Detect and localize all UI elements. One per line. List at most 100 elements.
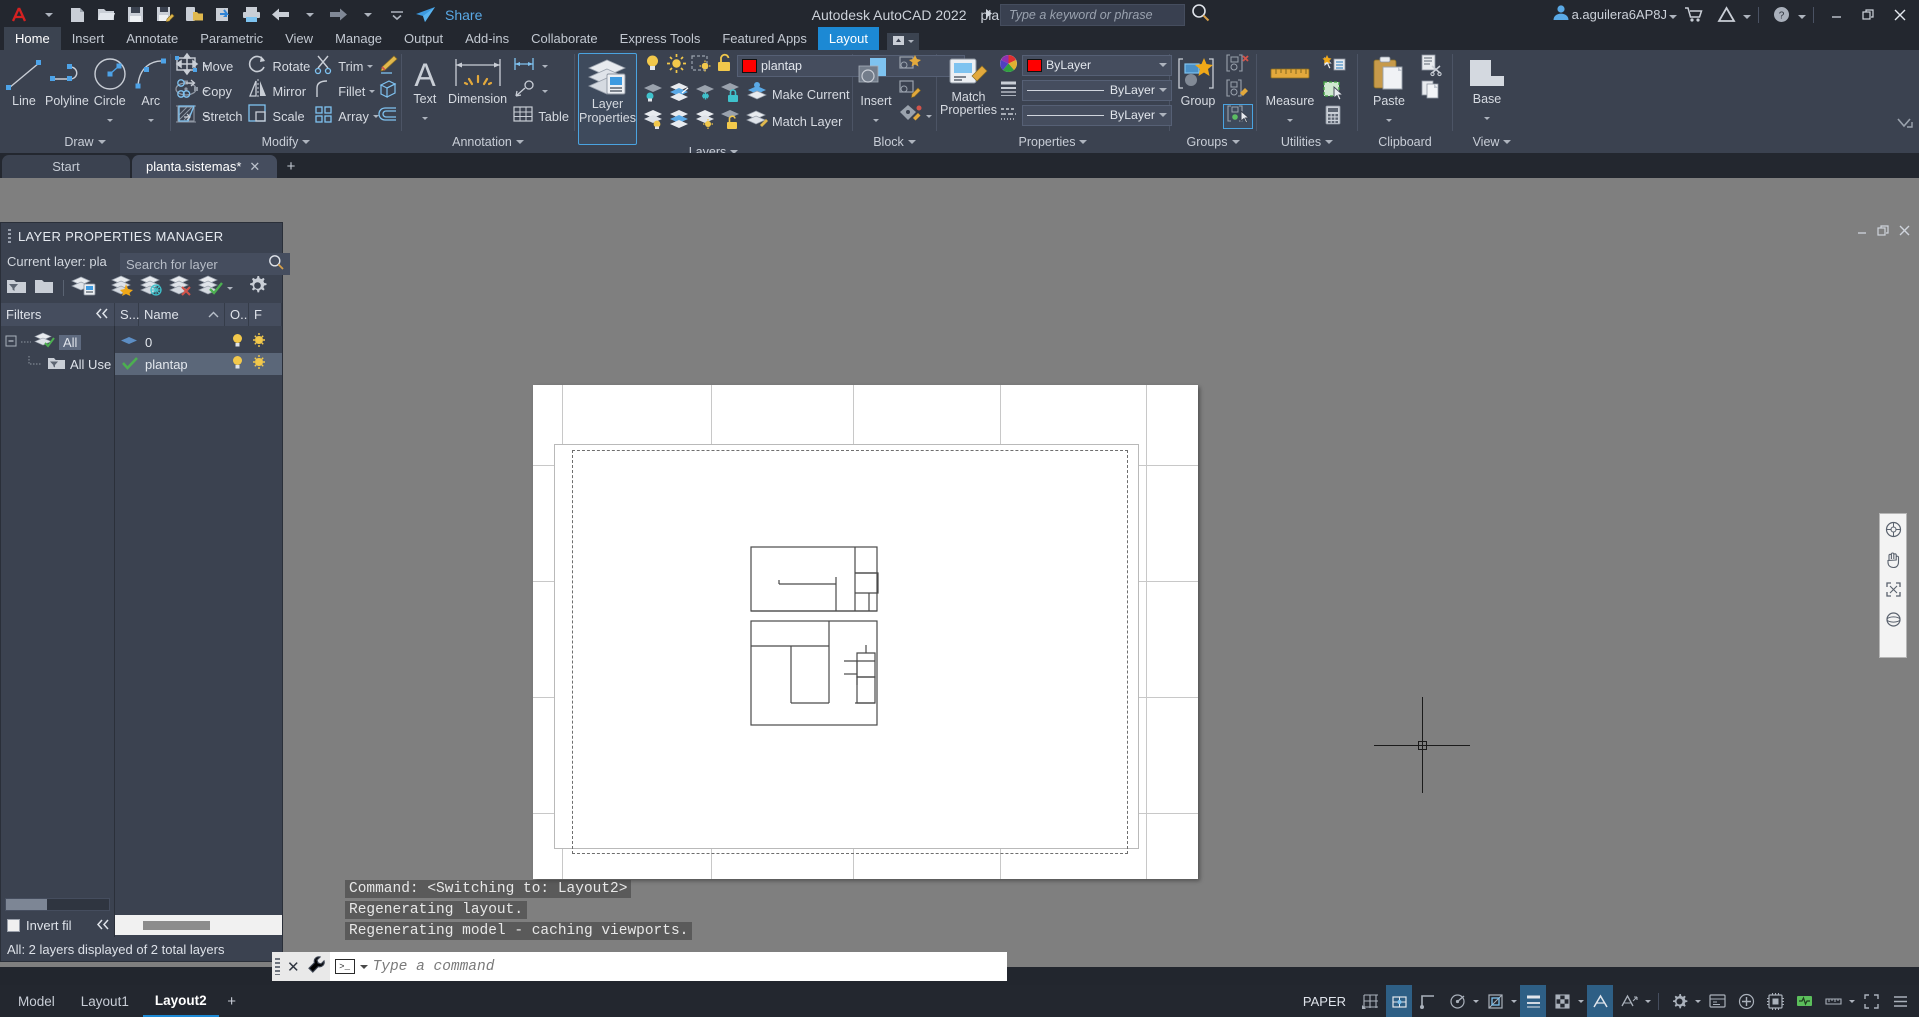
object-snap-icon[interactable] bbox=[1482, 985, 1508, 1017]
color-wheel-icon[interactable] bbox=[999, 54, 1018, 78]
layer-freeze-icon[interactable] bbox=[668, 81, 691, 107]
ribbon-tab-output[interactable]: Output bbox=[393, 27, 454, 50]
layer-freeze-state-icon[interactable] bbox=[252, 332, 267, 352]
filter-tree-node-all-used[interactable]: All Use bbox=[1, 353, 114, 375]
polar-tracking-icon[interactable] bbox=[1444, 985, 1470, 1017]
lineweight-icon[interactable] bbox=[999, 79, 1018, 103]
ribbon-tab-view[interactable]: View bbox=[274, 27, 324, 50]
linetype-dropdown-icon[interactable] bbox=[1158, 113, 1167, 117]
annotation-scale-icon[interactable] bbox=[1616, 985, 1642, 1017]
lpm-col-freeze[interactable]: F bbox=[249, 303, 282, 326]
command-bar-grip-icon[interactable] bbox=[275, 958, 280, 975]
command-input[interactable] bbox=[372, 958, 1007, 975]
ribbon-overflow-button[interactable] bbox=[886, 33, 919, 50]
plot-icon[interactable] bbox=[209, 2, 236, 27]
lineweight-dropdown-icon[interactable] bbox=[1158, 88, 1167, 92]
layer-on-state-icon[interactable] bbox=[229, 354, 246, 374]
base-dropdown-icon[interactable] bbox=[1484, 107, 1490, 125]
modify-move-button[interactable]: Move bbox=[174, 52, 245, 79]
tree-expander-icon[interactable] bbox=[5, 335, 17, 350]
ribbon-tab-manage[interactable]: Manage bbox=[324, 27, 393, 50]
autodesk-store-icon[interactable] bbox=[1679, 0, 1709, 29]
help-icon[interactable]: ? bbox=[1766, 0, 1796, 29]
copy-clip-button[interactable] bbox=[1417, 79, 1445, 104]
ribbon-tab-collaborate[interactable]: Collaborate bbox=[520, 27, 609, 50]
lpm-col-name[interactable]: Name bbox=[139, 303, 225, 326]
annotation-leader-button[interactable] bbox=[510, 79, 571, 104]
restore-button[interactable] bbox=[1853, 0, 1883, 29]
new-layer-vp-frozen-icon[interactable] bbox=[140, 275, 164, 301]
panel-label-properties[interactable]: Properties bbox=[937, 131, 1169, 153]
layer-thaw-icon[interactable] bbox=[668, 108, 691, 134]
new-group-filter-icon[interactable] bbox=[33, 276, 55, 301]
lpm-close-button[interactable] bbox=[1898, 224, 1911, 240]
snap-mode-icon[interactable] bbox=[1386, 985, 1412, 1017]
modify-array-button[interactable]: Array bbox=[312, 104, 379, 129]
circle-dropdown-icon[interactable] bbox=[106, 109, 113, 127]
modify-offset-button[interactable] bbox=[374, 104, 402, 129]
redo-dropdown-icon[interactable] bbox=[354, 2, 381, 27]
orbit-icon[interactable] bbox=[1883, 610, 1903, 628]
app-menu-icon[interactable] bbox=[6, 2, 33, 27]
modify-erase-button[interactable] bbox=[374, 54, 402, 79]
layer-thaw-all-icon[interactable] bbox=[666, 53, 687, 79]
drag-grip-icon[interactable] bbox=[8, 229, 11, 243]
panel-label-clipboard[interactable]: Clipboard bbox=[1358, 131, 1452, 153]
customization-icon[interactable] bbox=[1704, 985, 1730, 1017]
layer-unfreeze-icon[interactable] bbox=[694, 108, 717, 134]
lineweight-combo[interactable]: ByLayer bbox=[1021, 79, 1172, 101]
steering-wheel-icon[interactable] bbox=[1883, 520, 1903, 538]
search-icon[interactable] bbox=[268, 254, 284, 275]
arc-dropdown-icon[interactable] bbox=[147, 109, 154, 127]
lineweight-display-icon[interactable] bbox=[1520, 985, 1546, 1017]
search-for-layer-input[interactable] bbox=[126, 256, 268, 272]
ribbon-tab-layout[interactable]: Layout bbox=[817, 27, 879, 50]
filter-tree-node-all[interactable]: All bbox=[1, 331, 114, 353]
layer-isolate-icon[interactable] bbox=[642, 81, 665, 107]
ribbon-tab-annotate[interactable]: Annotate bbox=[115, 27, 189, 50]
object-color-dropdown-icon[interactable] bbox=[1158, 63, 1167, 67]
edit-attribute-button[interactable] bbox=[896, 104, 934, 129]
ribbon-tab-addins[interactable]: Add-ins bbox=[454, 27, 520, 50]
layout-tab-layout1[interactable]: Layout1 bbox=[69, 985, 141, 1017]
lpm-title-bar[interactable]: LAYER PROPERTIES MANAGER bbox=[1, 223, 282, 249]
close-button[interactable] bbox=[1885, 0, 1915, 29]
object-color-combo[interactable]: ByLayer bbox=[1021, 54, 1172, 76]
undo-icon[interactable] bbox=[267, 2, 294, 27]
minimize-button[interactable] bbox=[1821, 0, 1851, 29]
draw-circle-button[interactable]: Circle bbox=[89, 54, 131, 127]
draw-line-button[interactable]: Line bbox=[3, 54, 45, 108]
lpm-col-on[interactable]: O.. bbox=[225, 303, 249, 326]
table-row[interactable]: plantap bbox=[115, 353, 282, 375]
new-file-icon[interactable] bbox=[64, 2, 91, 27]
group-selection-button[interactable] bbox=[1223, 104, 1253, 129]
command-bar-close-icon[interactable]: ✕ bbox=[284, 958, 303, 976]
save-icon[interactable] bbox=[122, 2, 149, 27]
ribbon-tab-home[interactable]: Home bbox=[4, 27, 61, 50]
invert-filter-row[interactable]: Invert fil bbox=[1, 913, 114, 937]
panel-label-modify[interactable]: Modify bbox=[171, 131, 401, 153]
panel-label-block[interactable]: Block bbox=[853, 131, 936, 153]
ungroup-button[interactable] bbox=[1223, 54, 1253, 79]
lpm-col-status[interactable]: S... bbox=[115, 303, 140, 326]
grid-display-icon[interactable] bbox=[1357, 985, 1383, 1017]
modify-mirror-button[interactable]: Mirror bbox=[245, 79, 313, 104]
search-input[interactable] bbox=[1009, 8, 1176, 22]
modify-trim-button[interactable]: Trim bbox=[312, 54, 374, 79]
new-tab-button[interactable]: + bbox=[279, 155, 303, 178]
redo-icon[interactable] bbox=[325, 2, 352, 27]
layer-on-state-icon[interactable] bbox=[229, 332, 246, 352]
command-input-area[interactable]: >_ bbox=[329, 952, 1007, 981]
ribbon-tab-insert[interactable]: Insert bbox=[61, 27, 116, 50]
draw-arc-button[interactable]: Arc bbox=[131, 54, 171, 127]
annotation-text-button[interactable]: A Text bbox=[405, 54, 445, 125]
user-avatar-icon[interactable] bbox=[1552, 4, 1570, 26]
navigation-bar[interactable] bbox=[1879, 513, 1907, 658]
share-label[interactable]: Share bbox=[445, 7, 482, 23]
new-layer-icon[interactable] bbox=[111, 275, 135, 301]
help-search-box[interactable] bbox=[1000, 4, 1185, 26]
lpm-minimize-button[interactable] bbox=[1856, 224, 1869, 240]
drawing-canvas[interactable] bbox=[0, 178, 1919, 967]
units-dropdown-icon[interactable] bbox=[1849, 999, 1855, 1003]
match-properties-button[interactable]: Match Properties bbox=[940, 54, 997, 117]
